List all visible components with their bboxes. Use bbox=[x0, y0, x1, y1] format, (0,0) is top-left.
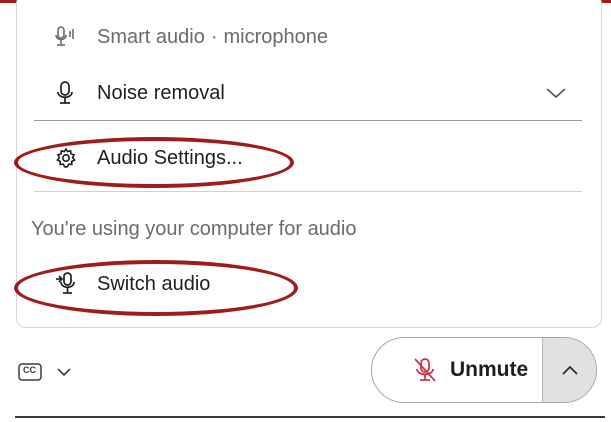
meeting-audio-panel: Smart audio · microphone Noise removal A… bbox=[0, 0, 611, 422]
switch-audio-icon bbox=[55, 271, 85, 297]
unmute-button[interactable]: Unmute bbox=[372, 338, 542, 402]
closed-captions-icon: CC bbox=[18, 362, 42, 382]
closed-captions-button[interactable]: CC bbox=[18, 360, 90, 384]
unmute-options-button[interactable] bbox=[542, 338, 596, 402]
unmute-label: Unmute bbox=[450, 358, 529, 381]
muted-microphone-icon bbox=[412, 356, 438, 384]
gear-icon bbox=[55, 145, 85, 171]
closed-captions-badge: CC bbox=[23, 365, 36, 375]
menu-divider bbox=[34, 120, 582, 121]
smart-microphone-icon bbox=[55, 24, 85, 50]
audio-settings-label: Audio Settings... bbox=[97, 146, 243, 169]
smart-audio-separator: · bbox=[210, 25, 218, 48]
noise-removal-label: Noise removal bbox=[97, 81, 225, 104]
audio-status-label: You're using your computer for audio bbox=[31, 217, 357, 240]
chevron-up-icon bbox=[561, 364, 579, 376]
microphone-icon bbox=[55, 80, 85, 106]
audio-settings-row[interactable]: Audio Settings... bbox=[17, 138, 601, 178]
bottom-edge bbox=[15, 416, 605, 418]
smart-audio-row[interactable]: Smart audio · microphone bbox=[17, 17, 601, 57]
chevron-down-icon[interactable] bbox=[545, 84, 567, 102]
switch-audio-label: Switch audio bbox=[97, 272, 211, 295]
audio-options-menu: Smart audio · microphone Noise removal A… bbox=[16, 0, 602, 328]
noise-removal-row[interactable]: Noise removal bbox=[17, 73, 601, 113]
chevron-down-icon[interactable] bbox=[56, 366, 72, 378]
menu-divider bbox=[34, 191, 582, 192]
audio-status-text: You're using your computer for audio bbox=[17, 209, 601, 249]
switch-audio-row[interactable]: Switch audio bbox=[17, 264, 601, 304]
smart-audio-mode: microphone bbox=[223, 25, 329, 48]
smart-audio-label: Smart audio bbox=[97, 25, 205, 48]
unmute-button-group: Unmute bbox=[371, 337, 597, 403]
